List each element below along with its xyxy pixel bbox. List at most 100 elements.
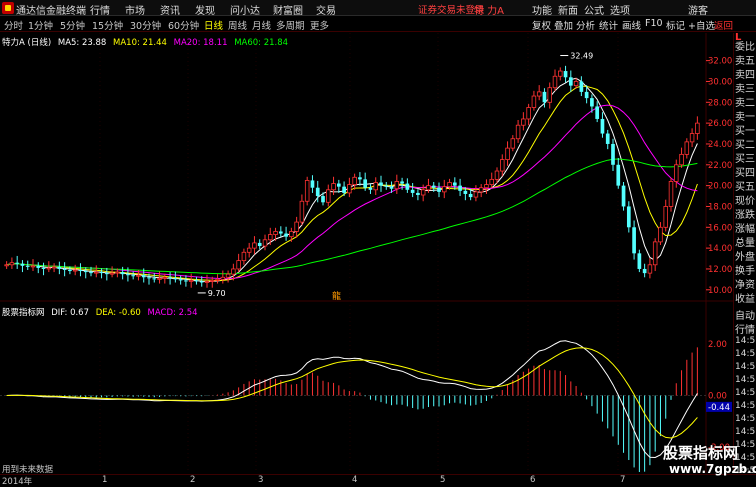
period-more[interactable]: 更多: [310, 18, 329, 32]
candle-body: [663, 206, 668, 228]
period-5min[interactable]: 5分钟: [60, 18, 85, 32]
price-tick-label: 22.00: [708, 161, 732, 171]
tool-analyze[interactable]: 分析: [576, 18, 595, 32]
tool-draw[interactable]: 画线: [622, 18, 641, 32]
period-monthly[interactable]: 月线: [252, 18, 271, 32]
tool-add-watchlist[interactable]: +自选: [688, 18, 715, 32]
candle-body: [289, 231, 294, 238]
period-30min[interactable]: 30分钟: [130, 18, 161, 32]
tool-overlay[interactable]: 叠加: [554, 18, 573, 32]
low-label: 9.70: [208, 289, 226, 298]
date-label: 2014年: [2, 477, 33, 487]
candle-body: [15, 262, 20, 264]
price-tick-label: 14.00: [708, 244, 732, 254]
candle-body: [642, 268, 647, 274]
candle-body: [310, 180, 315, 188]
menu-options[interactable]: 选项: [610, 2, 630, 17]
dea-line: [6, 347, 698, 439]
period-15min[interactable]: 15分钟: [92, 18, 123, 32]
candle-body: [278, 231, 283, 234]
date-label: 5: [440, 475, 446, 485]
side-item: 换手: [735, 266, 755, 277]
price-tick-label: 24.00: [708, 140, 732, 150]
tool-adjust[interactable]: 复权: [532, 18, 551, 32]
menu-item-ask[interactable]: 问小达: [230, 2, 260, 17]
menu-item-trade[interactable]: 交易: [316, 2, 336, 17]
tool-mark[interactable]: 标记: [666, 18, 685, 32]
candle-body: [600, 118, 605, 134]
dea-legend: DEA: -0.60: [95, 308, 141, 318]
price-tick-label: 28.00: [708, 98, 732, 108]
candle-body: [668, 181, 674, 207]
macd-value-legend: MACD: 2.54: [147, 308, 198, 318]
candle-body: [558, 70, 563, 77]
candle-body: [536, 91, 542, 97]
candle-body: [326, 189, 331, 203]
menu-function[interactable]: 功能: [532, 2, 552, 17]
candle-body: [426, 185, 431, 191]
menu-new-page[interactable]: 新面: [558, 2, 578, 17]
high-label: 32.49: [570, 52, 593, 61]
candle-body: [389, 186, 394, 189]
tool-stats[interactable]: 统计: [599, 18, 618, 32]
user-guest[interactable]: 游客: [688, 2, 708, 17]
candle-body: [204, 281, 210, 283]
side-quotes[interactable]: 行情: [735, 321, 755, 336]
menu-item-quotes[interactable]: 行情: [90, 2, 110, 17]
period-daily[interactable]: 日线: [204, 18, 223, 32]
candle-body: [72, 269, 78, 272]
tool-f10[interactable]: F10: [645, 18, 663, 29]
period-60min[interactable]: 60分钟: [168, 18, 199, 32]
candle-body: [199, 281, 204, 283]
menu-item-discover[interactable]: 发现: [195, 2, 215, 17]
period-1min[interactable]: 1分钟: [28, 18, 53, 32]
side-auto[interactable]: 自动: [735, 307, 755, 322]
macd-indicator-name[interactable]: 股票指标网: [2, 308, 45, 318]
candle-body: [304, 180, 310, 202]
candle-body: [141, 275, 146, 278]
candle-body: [579, 81, 584, 92]
candle-body: [394, 181, 400, 190]
candle-body: [484, 184, 489, 189]
kline-chart[interactable]: 32.00 30.00 28.00 26.00 24.00 22.00 20.00 18.00…: [0, 33, 756, 473]
candle-body: [236, 260, 241, 270]
menu-item-market[interactable]: 市场: [125, 2, 145, 17]
side-item: 卖一: [735, 112, 755, 123]
chart-canvas[interactable]: 32.00 30.00 28.00 26.00 24.00 22.00 20.00 18.00…: [0, 33, 733, 473]
side-item: 卖五: [735, 56, 755, 67]
candle-body: [489, 178, 494, 185]
candle-body: [299, 200, 305, 223]
tick-time: 14:5: [735, 414, 756, 424]
candle-body: [695, 122, 700, 134]
side-item: 净资: [735, 280, 755, 291]
date-label: 7: [620, 475, 626, 485]
candle-body: [157, 277, 162, 280]
candle-body: [30, 265, 36, 268]
candle-body: [188, 280, 194, 282]
candle-body: [637, 253, 642, 269]
period-timeshare[interactable]: 分时: [4, 18, 23, 32]
menu-item-wealth[interactable]: 财富圈: [273, 2, 303, 17]
period-weekly[interactable]: 周线: [228, 18, 247, 32]
candle-body: [611, 143, 615, 165]
candle-body: [173, 278, 178, 280]
period-multi[interactable]: 多周期: [276, 18, 305, 32]
tool-back[interactable]: 返回: [714, 18, 733, 32]
menu-formula[interactable]: 公式: [584, 2, 604, 17]
candle-body: [510, 138, 516, 149]
dif-legend: DIF: 0.67: [51, 308, 89, 318]
candle-body: [684, 141, 690, 155]
candle-body: [131, 275, 136, 277]
candle-body: [400, 181, 404, 184]
candle-body: [178, 279, 183, 281]
ma5-legend: MA5: 23.88: [57, 38, 107, 48]
candle-body: [458, 185, 462, 191]
candle-body: [621, 185, 626, 207]
candle-body: [168, 277, 172, 279]
ma60-legend: MA60: 21.84: [234, 38, 289, 48]
candle-body: [652, 241, 658, 266]
menu-item-news[interactable]: 资讯: [160, 2, 180, 17]
candle-body: [136, 274, 141, 277]
candle-body: [220, 276, 226, 280]
stock-legend-label: 特力A (日线): [2, 38, 52, 48]
